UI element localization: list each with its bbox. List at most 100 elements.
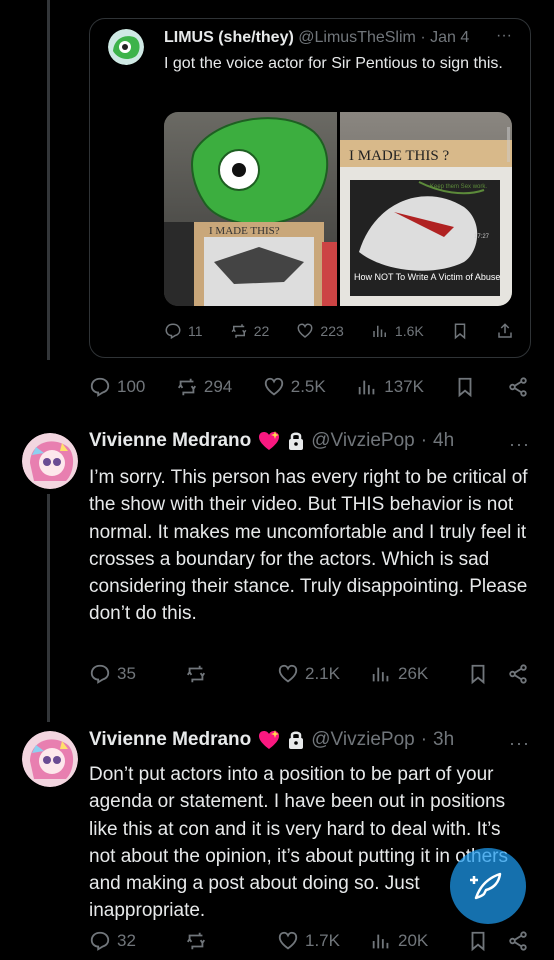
- repost-icon: [186, 665, 206, 683]
- more-options-button[interactable]: ···: [509, 733, 530, 754]
- repost-icon: [186, 932, 206, 950]
- views-count: 137K: [384, 377, 424, 396]
- quoted-share-button[interactable]: [496, 322, 514, 340]
- quoted-actions: 11 22 223 1.6K: [164, 322, 514, 340]
- reply-icon: [165, 323, 181, 340]
- quoted-display-name[interactable]: LIMUS (she/they): [164, 29, 294, 46]
- heart-icon: [278, 664, 298, 683]
- quoted-views-button[interactable]: 1.6K: [371, 322, 424, 340]
- sign-right-text: I MADE THIS ?: [349, 148, 449, 164]
- quoted-like-button[interactable]: 223: [296, 322, 344, 340]
- display-name[interactable]: Vivienne Medrano: [89, 729, 251, 751]
- artist-avatar-icon: [22, 433, 78, 489]
- timestamp[interactable]: 4h: [433, 430, 454, 452]
- compose-feather-icon: [470, 872, 502, 900]
- repost-button[interactable]: 294: [176, 376, 232, 398]
- photo-signed-sign-image: I MADE THIS? I MADE THIS ? Keep them Sex…: [164, 112, 512, 306]
- quoted-repost-button[interactable]: 22: [230, 322, 270, 340]
- heart-icon: [297, 323, 313, 338]
- reply-button[interactable]: 32: [89, 930, 136, 952]
- views-icon: [373, 325, 386, 337]
- quoted-more-button[interactable]: ···: [496, 27, 512, 45]
- separator-dot: ·: [420, 29, 426, 46]
- quoted-tweet-card[interactable]: LIMUS (she/they) @LimusTheSlim · Jan 4 ·…: [89, 18, 531, 358]
- quoted-repost-count: 22: [253, 323, 270, 339]
- reply-count: 100: [117, 377, 146, 396]
- thread-line-top: [47, 0, 50, 360]
- reply-icon: [90, 931, 110, 951]
- tweet-1-header: Vivienne Medrano @VivziePop · 4h: [89, 430, 454, 452]
- quoted-reply-button[interactable]: 11: [164, 322, 203, 340]
- repost-icon: [177, 378, 196, 396]
- bookmark-button[interactable]: [467, 930, 489, 952]
- repost-button[interactable]: [185, 663, 207, 685]
- lock-icon: [289, 731, 304, 749]
- sparkling-heart-icon: [259, 730, 280, 749]
- share-button[interactable]: [507, 376, 529, 398]
- parent-tweet-actions: 100 294 2.5K 137K: [89, 376, 529, 398]
- repost-icon: [231, 324, 247, 338]
- heart-icon: [278, 931, 298, 950]
- quoted-like-count: 223: [320, 323, 344, 339]
- like-count: 2.1K: [305, 664, 340, 683]
- quoted-avatar[interactable]: [108, 29, 144, 65]
- tweet-2-header: Vivienne Medrano @VivziePop · 3h: [89, 729, 454, 751]
- separator-dot: ·: [420, 729, 428, 750]
- quoted-header: LIMUS (she/they) @LimusTheSlim · Jan 4: [164, 29, 469, 47]
- like-count: 1.7K: [305, 931, 340, 950]
- share-icon: [509, 664, 527, 684]
- video-title-text: How NOT To Write A Victim of Abuse: [354, 272, 500, 282]
- bookmark-button[interactable]: [467, 663, 489, 685]
- reply-icon: [90, 664, 110, 684]
- quoted-views-count: 1.6K: [394, 323, 424, 339]
- display-name[interactable]: Vivienne Medrano: [89, 430, 251, 452]
- repost-button[interactable]: [185, 930, 207, 952]
- share-icon: [498, 323, 512, 338]
- like-button[interactable]: 2.1K: [277, 663, 340, 685]
- heart-icon: [264, 377, 283, 396]
- handle[interactable]: @VivziePop: [311, 729, 414, 751]
- views-count: 26K: [398, 664, 429, 683]
- views-button[interactable]: 26K: [370, 663, 428, 685]
- views-count: 20K: [398, 931, 429, 950]
- reply-button[interactable]: 100: [89, 376, 145, 398]
- quoted-media[interactable]: I MADE THIS? I MADE THIS ? Keep them Sex…: [164, 112, 512, 306]
- avatar[interactable]: [22, 731, 78, 787]
- share-icon: [509, 931, 527, 951]
- reply-icon: [90, 377, 110, 397]
- like-button[interactable]: 2.5K: [263, 376, 326, 398]
- avatar[interactable]: [22, 433, 78, 489]
- reply-count: 32: [117, 931, 136, 950]
- green-creature-avatar-icon: [108, 29, 144, 65]
- views-button[interactable]: 137K: [356, 376, 424, 398]
- more-options-button[interactable]: ···: [509, 434, 530, 455]
- tweet-text: I’m sorry. This person has every right t…: [89, 467, 528, 625]
- video-time: 17:27: [474, 234, 490, 240]
- quoted-text: I got the voice actor for Sir Pentious t…: [164, 55, 503, 72]
- quoted-bookmark-button[interactable]: [451, 322, 469, 340]
- share-icon: [509, 377, 527, 397]
- quoted-date[interactable]: Jan 4: [430, 29, 469, 46]
- signature-note: Keep them Sex work.: [430, 184, 487, 190]
- share-button[interactable]: [507, 663, 529, 685]
- sparkling-heart-icon: [259, 431, 280, 450]
- quoted-handle[interactable]: @LimusTheSlim: [298, 29, 416, 46]
- repost-count: 294: [203, 377, 233, 396]
- bookmark-icon: [454, 323, 466, 340]
- artist-avatar-icon: [22, 731, 78, 787]
- handle[interactable]: @VivziePop: [311, 430, 414, 452]
- share-button[interactable]: [507, 930, 529, 952]
- bookmark-button[interactable]: [454, 376, 476, 398]
- like-button[interactable]: 1.7K: [277, 930, 340, 952]
- bookmark-icon: [471, 664, 485, 685]
- bookmark-icon: [459, 377, 472, 398]
- separator-dot: ·: [420, 430, 428, 451]
- timestamp[interactable]: 3h: [433, 729, 454, 751]
- lock-icon: [289, 432, 304, 450]
- compose-post-button[interactable]: [450, 848, 526, 924]
- reply-button[interactable]: 35: [89, 663, 136, 685]
- like-count: 2.5K: [290, 377, 326, 396]
- thread-line-middle: [47, 494, 50, 722]
- views-icon: [372, 667, 389, 682]
- views-button[interactable]: 20K: [370, 930, 428, 952]
